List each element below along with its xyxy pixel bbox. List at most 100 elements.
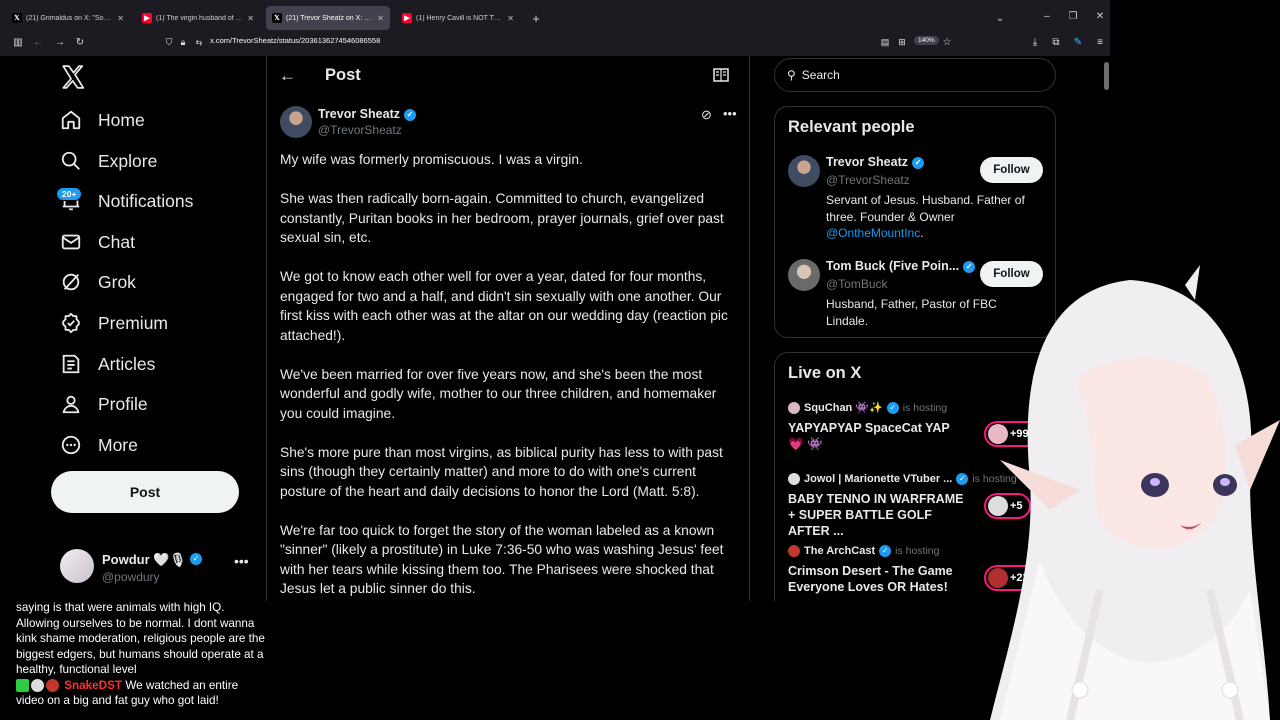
author-avatar[interactable] [280,106,312,138]
url-text[interactable]: x.com/TrevorSheatz/status/20361362745460… [210,36,380,45]
reload-icon[interactable]: ↻ [71,33,89,51]
tab-list-chevron-icon[interactable]: ⌄ [990,8,1010,28]
author-handle[interactable]: @TrevorSheatz [318,123,402,137]
screen: 𝕏 (21) Grimaldus on X: "Someone" ✕ ▶ (1)… [0,0,1280,720]
avatar [788,473,800,485]
close-tab-icon[interactable]: ✕ [247,14,254,23]
reader-mode-icon[interactable] [713,68,729,82]
bio-text: Servant of Jesus. Husband. Father of thr… [826,193,1025,224]
bio-text-end: . [920,226,924,240]
tweet-paragraph: My wife was formerly promiscuous. I was … [280,152,583,167]
tab-strip: 𝕏 (21) Grimaldus on X: "Someone" ✕ ▶ (1)… [0,6,1110,30]
minimize-icon[interactable]: – [1037,6,1057,26]
follow-button[interactable]: Follow [980,157,1043,183]
maximize-icon[interactable]: ❐ [1063,6,1083,26]
nav-more-label: More [98,434,138,455]
close-tab-icon[interactable]: ✕ [117,14,124,23]
forward-icon[interactable]: → [51,33,69,51]
verified-badge-icon: ✓ [911,156,924,169]
scrollbar[interactable] [1104,62,1109,90]
nav-chat[interactable]: Chat [58,224,135,260]
bio-link[interactable]: @OntheMountInc [826,226,920,240]
reader-view-icon[interactable]: ▤ [876,33,894,51]
download-icon[interactable]: ⤓ [1026,33,1044,51]
youtube-favicon-icon: ▶ [142,13,152,23]
tweet-paragraph: We got to know each other well for over … [280,269,728,343]
premium-icon [58,310,84,336]
tweet-paragraph: We're far too quick to forget the story … [280,522,724,597]
hosting-label: is hosting [902,401,948,414]
new-tab-button[interactable]: + [526,8,546,28]
chat-message: saying is that were animals with high IQ… [16,601,265,676]
tweet-text: My wife was formerly promiscuous. I was … [280,150,740,601]
browser-tab[interactable]: ▶ (1) Henry Cavill is NOT THAT A ✕ [396,6,520,30]
tab-title: (21) Trevor Sheatz on X: "My wi [286,14,373,22]
avatar [60,549,94,583]
extension-icon[interactable]: ✎ [1069,33,1087,51]
nav-profile[interactable]: Profile [58,386,148,422]
person-handle[interactable]: @TomBuck [826,277,888,291]
x-logo-icon[interactable] [60,64,86,90]
account-switcher[interactable]: Powdur 🤍🎙 ✓ @powdury ••• [60,549,260,593]
more-dots-icon[interactable]: ••• [723,106,737,121]
extensions-icon[interactable]: ⧉ [1047,33,1065,51]
avatar[interactable] [788,155,820,187]
nav-home-label: Home [98,109,145,130]
nav-grok[interactable]: Grok [58,264,136,300]
search-icon [58,148,84,174]
articles-icon [58,351,84,377]
zoom-level[interactable]: 140% [914,36,939,45]
search-icon: ⚲ [787,68,796,82]
nav-premium[interactable]: Premium [58,305,168,341]
host-name: Jowol | Marionette VTuber ... [804,473,953,485]
nav-explore[interactable]: Explore [58,143,157,179]
home-icon [58,107,84,133]
author-name-text: Trevor Sheatz [318,107,400,121]
account-handle: @powdury [102,570,160,584]
chat-message: SnakeDST We watched an entire video on a… [16,678,266,709]
person-icon [58,391,84,417]
verified-badge-icon: ✓ [963,260,976,273]
browser-tab[interactable]: 𝕏 (21) Grimaldus on X: "Someone" ✕ [6,6,130,30]
bookmark-star-icon[interactable]: ☆ [938,33,956,51]
person-name[interactable]: Tom Buck (Five Poin... ✓ [826,259,976,273]
tab-title: (21) Grimaldus on X: "Someone" [26,14,114,22]
browser-tab-active[interactable]: 𝕏 (21) Trevor Sheatz on X: "My wi ✕ [266,6,390,30]
post-button[interactable]: Post [51,471,239,513]
search-input[interactable]: ⚲ Search [774,58,1056,92]
post-column: ← Post Trevor Sheatz ✓ @TrevorSheatz ⊘ ••… [267,56,749,601]
badge-emote-icon [46,678,59,692]
live-title: YAPYAPYAP SpaceCat YAP 💗 👾 [788,421,950,451]
host-name: The ArchCast [804,545,876,557]
back-arrow-icon[interactable]: ← [279,66,296,86]
nav-articles[interactable]: Articles [58,346,155,382]
sidebar-toggle-icon[interactable]: ▥ [9,33,27,51]
avatar[interactable] [788,259,820,291]
verified-badge-icon: ✓ [956,473,969,485]
close-tab-icon[interactable]: ✕ [377,14,384,23]
nav-grok-label: Grok [98,271,136,292]
person-name[interactable]: Trevor Sheatz ✓ [826,155,924,169]
tweet-paragraph: She was then radically born-again. Commi… [280,191,724,245]
close-window-icon[interactable]: ✕ [1090,6,1110,26]
hosting-label: is hosting [895,545,940,557]
person-bio: Servant of Jesus. Husband. Father of thr… [826,192,1036,242]
more-dots-icon[interactable]: ••• [234,553,249,569]
translate-icon[interactable]: ⊞ [893,33,911,51]
close-tab-icon[interactable]: ✕ [507,14,514,23]
nav-more[interactable]: More [58,427,138,463]
browser-tab[interactable]: ▶ (1) The virgin husband of a "for ✕ [136,6,260,30]
tab-title: (1) The virgin husband of a "for [156,14,244,22]
x-app: Home Explore Notifications 20+ Chat Grok… [0,56,1110,601]
menu-icon[interactable]: ≡ [1091,33,1109,51]
address-bar[interactable]: ⛉ 🔒︎ ⇆ x.com/TrevorSheatz/status/2036136… [158,32,958,52]
tweet-paragraph: We've been married for over five years n… [280,366,717,421]
author-name[interactable]: Trevor Sheatz ✓ [318,107,416,121]
grok-explain-icon[interactable]: ⊘ [701,107,712,123]
nav-premium-label: Premium [98,312,169,333]
nav-home[interactable]: Home [58,102,145,138]
permissions-icon[interactable]: ⇆ [190,33,208,51]
back-icon[interactable]: ← [29,33,47,51]
person-handle[interactable]: @TrevorSheatz [826,173,910,187]
vtuber-avatar-illustration [990,265,1280,720]
